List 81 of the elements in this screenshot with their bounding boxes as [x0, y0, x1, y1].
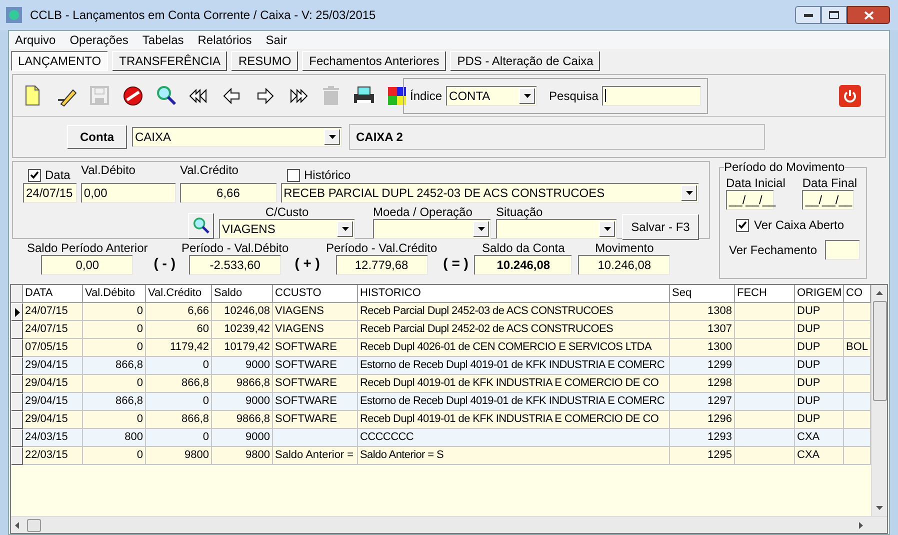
column-header[interactable]: FECH	[735, 285, 795, 303]
field-label: Índice	[410, 88, 442, 102]
field-label: Situação	[496, 205, 544, 219]
input-field[interactable]: __/__/__	[726, 190, 774, 210]
tab[interactable]: PDS - Alteração de Caixa	[450, 51, 600, 71]
dropdown-field[interactable]: CAIXA	[132, 127, 342, 147]
input-field[interactable]: 6,66	[180, 183, 277, 203]
table-row[interactable]: 24/03/15 800 0 9000 CCCCCCC 1293 CXA	[11, 429, 871, 447]
column-header[interactable]: CO	[844, 285, 871, 303]
input-field[interactable]: __/__/__	[802, 190, 854, 210]
total-field[interactable]: 12.779,68	[336, 255, 428, 275]
table-cell: 9800	[146, 447, 212, 465]
field-label: Val.Crédito	[180, 163, 238, 177]
field-label: Moeda / Operação	[373, 205, 474, 219]
account-description: CAIXA 2	[349, 124, 765, 150]
field-label: C/Custo	[265, 205, 309, 219]
field-label: Data Final	[802, 176, 858, 190]
field-label: Pesquisa	[549, 88, 598, 102]
account-button[interactable]: Conta	[67, 125, 127, 149]
dropdown-field[interactable]: VIAGENS	[219, 219, 355, 239]
total-field[interactable]: 10.246,08	[578, 255, 670, 275]
total-field[interactable]: 0,00	[41, 255, 134, 275]
window-title: CCLB - Lançamentos em Conta Corrente / Caixa - V: 25/03/2015	[30, 7, 376, 24]
tab[interactable]: Fechamentos Anteriores	[302, 51, 446, 71]
input-field[interactable]: 0,00	[80, 183, 176, 203]
table-cell: Saldo Anterior =	[273, 447, 358, 465]
save-button[interactable]: Salvar - F3	[622, 214, 699, 240]
field-label: Movimento	[595, 241, 654, 255]
tab[interactable]: RESUMO	[231, 51, 298, 71]
field-label: Período - Val.Crédito	[326, 241, 438, 255]
column-header[interactable]: Val.Crédito	[146, 285, 212, 303]
menu-item[interactable]: Arquivo	[15, 31, 56, 49]
menu-item[interactable]: Tabelas	[142, 31, 184, 49]
menu-item[interactable]: Relatórios	[198, 31, 252, 49]
dropdown-field[interactable]: RECEB PARCIAL DUPL 2452-03 DE ACS CONSTRUCOES	[280, 183, 699, 203]
column-header[interactable]: ORIGEM	[795, 285, 844, 303]
field-label: Saldo Período Anterior	[27, 241, 148, 255]
table-cell: 22/03/15	[23, 447, 83, 465]
menu-item[interactable]: Sair	[266, 31, 288, 49]
dropdown-field[interactable]: CONTA	[446, 86, 538, 106]
field-label: Saldo da Conta	[482, 241, 565, 255]
tab[interactable]: TRANSFERÊNCIA	[112, 51, 228, 71]
table-row[interactable]: 24/07/15 0 60 10239,42 VIAGENS Receb Parcial Dupl 2452-02 de ACS CONSTRUCOES 1307 DUP	[11, 321, 871, 339]
field-label: Data Inicial	[726, 176, 786, 190]
dropdown-value: CAIXA	[135, 129, 172, 146]
table-cell: Saldo Anterior = S	[358, 447, 670, 465]
table-row[interactable]: 22/03/15 0 9800 9800 Saldo Anterior = Saldo Anterior = S 1295 CXA	[11, 447, 871, 465]
field-label: Período - Val.Débito	[182, 241, 289, 255]
dropdown-value: RECEB PARCIAL DUPL 2452-03 DE ACS CONSTRUCOES	[284, 185, 605, 202]
table-row[interactable]: 29/04/15 0 866,8 9866,8 SOFTWARE Receb Dupl 4019-01 de KFK INDUSTRIA E COMERCIO DE CO 1298 DUP	[11, 375, 871, 393]
dropdown-value: CONTA	[449, 88, 490, 104]
column-header[interactable]: Val.Débito	[83, 285, 146, 303]
tab[interactable]: LANÇAMENTO	[11, 51, 108, 71]
operator-label: ( + )	[294, 254, 320, 273]
operator-label: ( = )	[443, 254, 468, 273]
field-label: Histórico	[304, 168, 351, 182]
column-header[interactable]: DATA	[23, 285, 83, 303]
column-header[interactable]: Seq	[670, 285, 735, 303]
table-row[interactable]: 07/05/15 0 1179,42 10179,42 SOFTWARE Receb Dupl 4026-01 de CEN COMERCIO E SERVICOS LTDA 1300 DUP BOL	[11, 339, 871, 357]
operator-label: ( - )	[154, 254, 176, 273]
field-label: Data	[45, 168, 70, 182]
table-cell: CXA	[795, 447, 844, 465]
field-label: Ver Caixa Aberto	[754, 218, 844, 232]
table-cell: 0	[83, 447, 146, 465]
table-row[interactable]: 29/04/15 0 866,8 9866,8 SOFTWARE Receb Dupl 4019-01 de KFK INDUSTRIA E COMERCIO DE CO 1296 DUP	[11, 411, 871, 429]
table-row[interactable]: 29/04/15 866,8 0 9000 SOFTWARE Estorno de Receb Dupl 4019-01 de KFK INDUSTRIA E COMERC 1297 DUP	[11, 393, 871, 411]
column-header[interactable]: HISTORICO	[358, 285, 670, 303]
table-cell: 1295	[670, 447, 735, 465]
dropdown-value: VIAGENS	[222, 221, 276, 238]
field-label: Val.Débito	[81, 163, 136, 177]
panel-title: Período do Movimento	[724, 160, 845, 174]
menu-item[interactable]: Operações	[70, 31, 128, 49]
total-field[interactable]: -2.533,60	[189, 255, 282, 275]
input-field[interactable]: 24/07/15	[23, 183, 77, 203]
field-label: Ver Fechamento	[729, 243, 818, 257]
total-field[interactable]: 10.246,08	[474, 255, 572, 275]
table-cell: 9800	[212, 447, 273, 465]
table-row[interactable]: 24/07/15 0 6,66 10246,08 VIAGENS Receb Parcial Dupl 2452-03 de ACS CONSTRUCOES 1308 DUP	[11, 303, 871, 321]
column-header[interactable]: Saldo	[212, 285, 273, 303]
table-row[interactable]: 29/04/15 866,8 0 9000 SOFTWARE Estorno de Receb Dupl 4019-01 de KFK INDUSTRIA E COMERC 1299 DUP	[11, 357, 871, 375]
column-header[interactable]: CCUSTO	[273, 285, 358, 303]
